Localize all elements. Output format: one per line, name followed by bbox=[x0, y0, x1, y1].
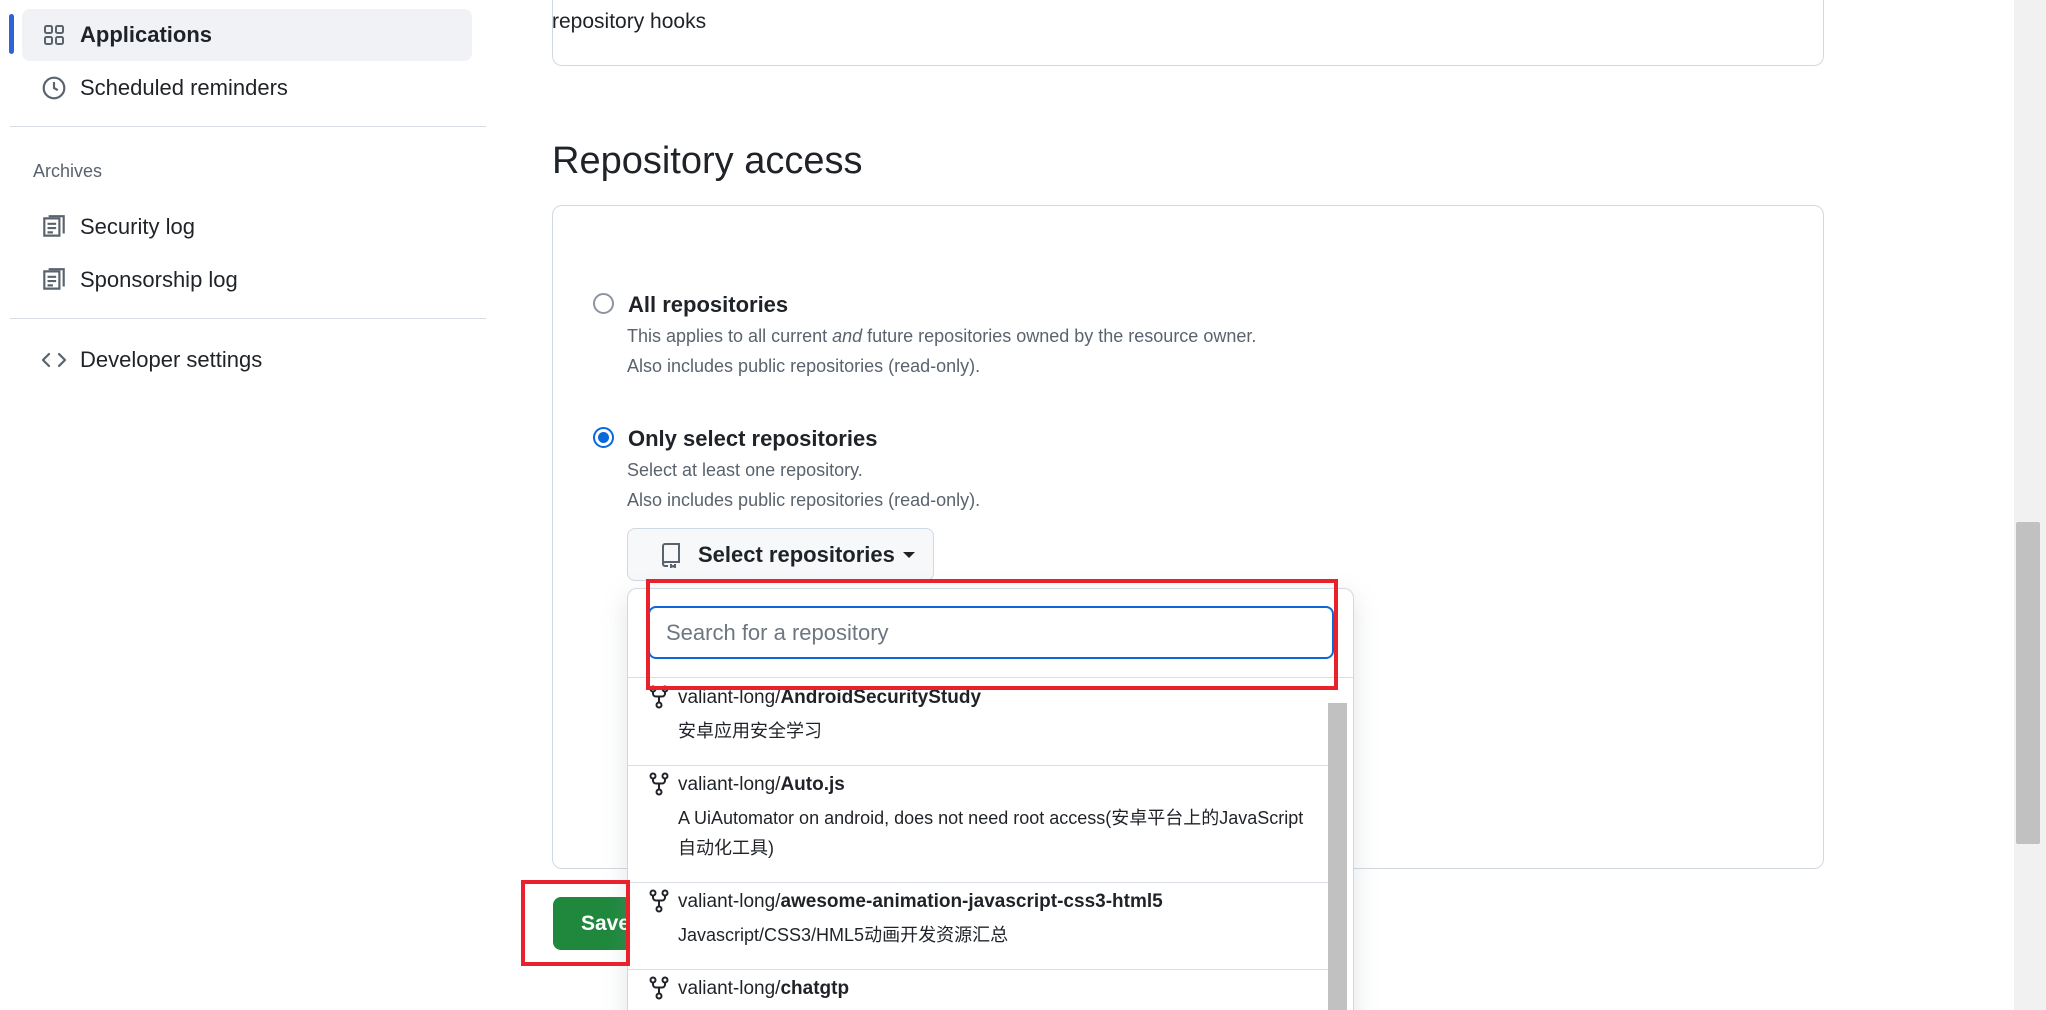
select-repositories-button[interactable]: Select repositories bbox=[627, 528, 934, 581]
repo-owner: valiant-long/ bbox=[678, 978, 781, 999]
desc-text: future repositories owned by the resourc… bbox=[862, 326, 1257, 346]
archives-heading: Archives bbox=[33, 161, 103, 181]
only-select-note: Also includes public repositories (read-… bbox=[627, 490, 981, 510]
only-select-hint: Select at least one repository. bbox=[627, 460, 863, 480]
log-icon bbox=[28, 201, 80, 253]
sidebar-item-security-log[interactable]: Security log bbox=[22, 201, 472, 253]
all-repositories-radio[interactable] bbox=[593, 293, 614, 314]
repo-owner: valiant-long/ bbox=[678, 774, 781, 795]
repo-title: chatgtp bbox=[780, 978, 850, 999]
repository-access-title: Repository access bbox=[552, 140, 863, 182]
sidebar-divider bbox=[10, 318, 486, 319]
active-indicator bbox=[9, 14, 14, 54]
page-scrollbar-thumb[interactable] bbox=[2016, 522, 2040, 844]
sidebar-item-label: Sponsorship log bbox=[80, 267, 238, 292]
repo-icon bbox=[654, 538, 688, 572]
repo-description: 安卓应用安全学习 bbox=[678, 721, 822, 741]
fork-icon bbox=[648, 889, 670, 913]
fork-icon bbox=[648, 772, 670, 796]
repository-hooks-text: repository hooks bbox=[552, 10, 707, 33]
save-highlight-box bbox=[521, 880, 630, 966]
repo-title: awesome-animation-javascript-css3-html5 bbox=[780, 891, 1163, 912]
sidebar-item-applications[interactable]: Applications bbox=[22, 9, 472, 61]
dropdown-scrollbar[interactable] bbox=[1328, 703, 1347, 1010]
code-icon bbox=[28, 334, 80, 386]
sidebar-item-developer-settings[interactable]: Developer settings bbox=[22, 334, 472, 386]
repository-hooks-card bbox=[552, 0, 1824, 66]
repo-owner: valiant-long/ bbox=[678, 891, 781, 912]
all-repositories-label: All repositories bbox=[628, 292, 789, 317]
clock-icon bbox=[28, 62, 80, 114]
desc-emphasis: and bbox=[832, 326, 863, 346]
repo-title: Auto.js bbox=[780, 774, 845, 795]
repo-name: valiant-long/AndroidSecurityStudy bbox=[678, 687, 981, 709]
desc-text: This applies to all current bbox=[627, 326, 833, 346]
sidebar-divider bbox=[10, 126, 486, 127]
log-icon bbox=[28, 254, 80, 306]
sidebar-item-scheduled-reminders[interactable]: Scheduled reminders bbox=[22, 62, 472, 114]
fork-icon bbox=[648, 976, 670, 1000]
caret-down-icon bbox=[902, 551, 915, 558]
all-repositories-note: Also includes public repositories (read-… bbox=[627, 356, 981, 376]
sidebar-item-label: Scheduled reminders bbox=[80, 75, 288, 100]
repo-list-item[interactable]: valiant-long/Auto.js A UiAutomator on an… bbox=[628, 766, 1328, 883]
repo-list-item[interactable]: valiant-long/AndroidSecurityStudy 安卓应用安全… bbox=[628, 679, 1328, 766]
only-select-repositories-radio[interactable] bbox=[593, 427, 614, 448]
repo-title: AndroidSecurityStudy bbox=[780, 687, 982, 708]
select-repositories-label: Select repositories bbox=[698, 541, 895, 567]
repo-name: valiant-long/Auto.js bbox=[678, 774, 845, 796]
repo-owner: valiant-long/ bbox=[678, 687, 781, 708]
sidebar-item-label: Applications bbox=[80, 22, 213, 47]
settings-sidebar: Applications Scheduled reminders Archive… bbox=[0, 0, 490, 1010]
page-scrollbar-track bbox=[2014, 0, 2046, 1010]
repo-name: valiant-long/chatgtp bbox=[678, 978, 849, 1000]
only-select-repositories-label: Only select repositories bbox=[628, 426, 878, 451]
sidebar-item-sponsorship-log[interactable]: Sponsorship log bbox=[22, 254, 472, 306]
search-highlight-box bbox=[646, 579, 1338, 690]
sidebar-item-label: Security log bbox=[80, 214, 195, 239]
sidebar-item-label: Developer settings bbox=[80, 347, 263, 372]
repo-list-item[interactable]: valiant-long/chatgtp bbox=[628, 970, 1328, 1010]
repo-description: A UiAutomator on android, does not need … bbox=[678, 808, 1304, 858]
all-repositories-description: This applies to all current and future r… bbox=[627, 326, 1256, 347]
repo-list-item[interactable]: valiant-long/awesome-animation-javascrip… bbox=[628, 883, 1328, 970]
apps-grid-icon bbox=[28, 9, 80, 61]
repo-name: valiant-long/awesome-animation-javascrip… bbox=[678, 891, 1163, 913]
repo-description: Javascript/CSS3/HML5动画开发资源汇总 bbox=[678, 925, 1009, 945]
